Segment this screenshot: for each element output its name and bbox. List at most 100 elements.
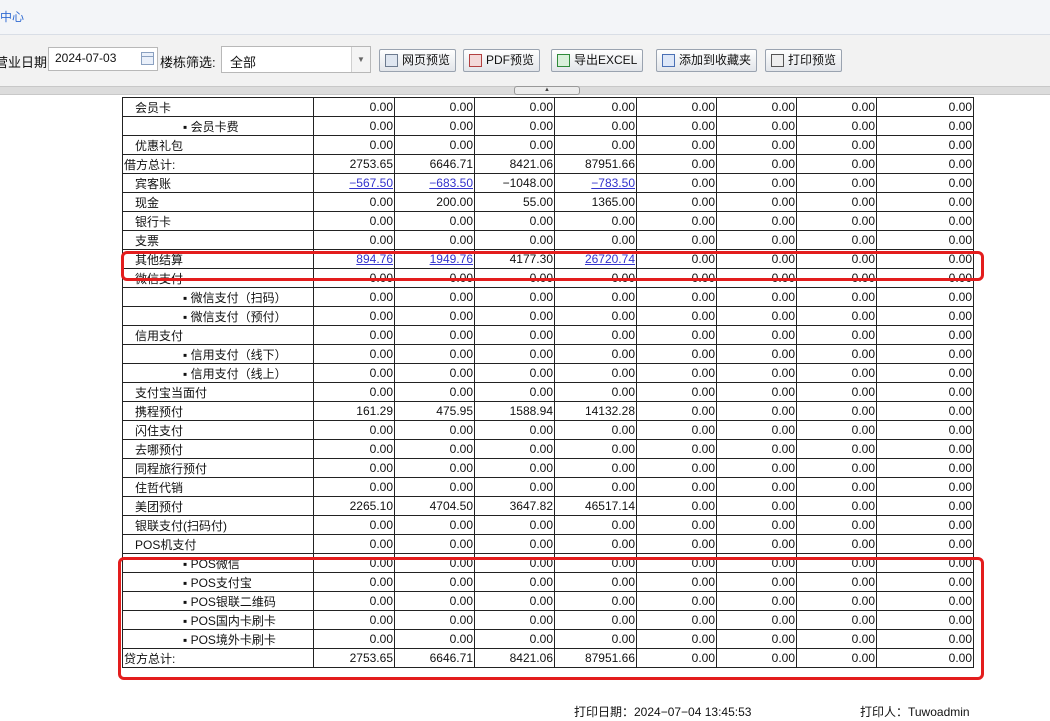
table-row: ▪ 信用支付（线上） 0.00 0.00 0.00 0.00 0.00 0.00 0.00 0.… — [122, 363, 974, 383]
table-cell: 0.00 — [796, 211, 877, 231]
table-cell: 0.00 — [554, 458, 637, 478]
tab-active[interactable]: 中心 — [0, 8, 24, 25]
table-cell: 0.00 — [876, 344, 974, 364]
table-cell: 0.00 — [876, 382, 974, 402]
business-date-input[interactable]: 2024-07-03 — [48, 47, 158, 71]
export-excel-button[interactable]: 导出EXCEL — [551, 49, 644, 72]
table-cell: 0.00 — [474, 306, 555, 326]
row-label: 宾客账 — [122, 173, 314, 193]
collapse-handle-icon[interactable]: ▲ — [514, 86, 580, 95]
table-cell: 0.00 — [313, 439, 395, 459]
table-cell: 0.00 — [554, 306, 637, 326]
table-cell: 55.00 — [474, 192, 555, 212]
pdf-preview-button[interactable]: PDF预览 — [463, 49, 541, 72]
row-label: 去哪预付 — [122, 439, 314, 459]
table-cell: 0.00 — [796, 382, 877, 402]
building-filter-select[interactable]: 全部 ▼ — [221, 46, 371, 73]
table-cell: 0.00 — [876, 534, 974, 554]
table-cell: 0.00 — [636, 230, 717, 250]
web-preview-button[interactable]: 网页预览 — [379, 49, 457, 72]
table-cell: 0.00 — [796, 230, 877, 250]
row-label: 会员卡 — [122, 97, 314, 117]
table-cell: 0.00 — [796, 116, 877, 136]
table-cell: 0.00 — [636, 363, 717, 383]
calendar-icon[interactable] — [141, 52, 154, 65]
table-row: ▪ 微信支付（预付） 0.00 0.00 0.00 0.00 0.00 0.00 0.00 0.… — [122, 306, 974, 326]
row-label: 借方总计: — [122, 154, 314, 174]
add-favorite-button[interactable]: 添加到收藏夹 — [656, 49, 758, 72]
table-cell: 0.00 — [313, 306, 395, 326]
drilldown-link[interactable]: −683.50 — [429, 176, 473, 190]
table-cell: 0.00 — [636, 287, 717, 307]
table-cell: 0.00 — [554, 477, 637, 497]
row-label: ▪ 微信支付（扫码） — [122, 287, 314, 307]
table-cell: 87951.66 — [554, 154, 637, 174]
row-label: 支付宝当面付 — [122, 382, 314, 402]
table-cell: 0.00 — [796, 97, 877, 117]
table-cell: 6646.71 — [394, 154, 475, 174]
table-cell: 0.00 — [716, 97, 797, 117]
table-cell: 0.00 — [313, 458, 395, 478]
table-cell: 0.00 — [796, 401, 877, 421]
table-cell: 0.00 — [394, 116, 475, 136]
table-cell: 0.00 — [474, 477, 555, 497]
drilldown-link[interactable]: −567.50 — [349, 176, 393, 190]
table-cell: 0.00 — [716, 135, 797, 155]
table-cell: 0.00 — [716, 439, 797, 459]
table-cell: −567.50 — [313, 173, 395, 193]
print-preview-label: 打印预览 — [788, 53, 837, 67]
table-cell: 161.29 — [313, 401, 395, 421]
top-tab-bar: 中心 — [0, 0, 1050, 35]
table-cell: 0.00 — [313, 211, 395, 231]
row-label: 优惠礼包 — [122, 135, 314, 155]
print-date: 打印日期：2024−07−04 13:45:53 — [574, 705, 752, 719]
table-cell: 0.00 — [394, 135, 475, 155]
table-cell: 0.00 — [474, 230, 555, 250]
row-label: 信用支付 — [122, 325, 314, 345]
highlight-other-settlement — [121, 251, 984, 281]
table-cell: 0.00 — [636, 515, 717, 535]
table-cell: 0.00 — [636, 173, 717, 193]
table-cell: 0.00 — [313, 230, 395, 250]
table-cell: 0.00 — [394, 344, 475, 364]
print-preview-button[interactable]: 打印预览 — [765, 49, 843, 72]
table-cell: 0.00 — [716, 401, 797, 421]
building-filter-value: 全部 — [230, 55, 257, 70]
table-cell: 0.00 — [636, 97, 717, 117]
table-cell: 0.00 — [796, 173, 877, 193]
table-cell: 0.00 — [394, 515, 475, 535]
table-cell: 0.00 — [313, 325, 395, 345]
table-cell: 0.00 — [554, 439, 637, 459]
table-cell: 0.00 — [474, 439, 555, 459]
table-cell: 0.00 — [716, 325, 797, 345]
table-cell: −783.50 — [554, 173, 637, 193]
table-cell: 0.00 — [876, 363, 974, 383]
drilldown-link[interactable]: −783.50 — [591, 176, 635, 190]
table-cell: 0.00 — [394, 325, 475, 345]
table-cell: 0.00 — [796, 363, 877, 383]
table-row: 携程预付 161.29 475.95 1588.94 14132.28 0.00 0.00 0… — [122, 401, 974, 421]
table-cell: 0.00 — [796, 287, 877, 307]
excel-icon — [557, 54, 570, 67]
table-cell: 0.00 — [716, 515, 797, 535]
panel-splitter[interactable]: ▲ — [0, 86, 1050, 95]
chevron-down-icon[interactable]: ▼ — [351, 47, 370, 72]
table-cell: 0.00 — [554, 344, 637, 364]
table-cell: −683.50 — [394, 173, 475, 193]
table-cell: 0.00 — [313, 287, 395, 307]
table-cell: 3647.82 — [474, 496, 555, 516]
table-cell: 0.00 — [554, 135, 637, 155]
web-preview-label: 网页预览 — [402, 53, 451, 67]
table-row: ▪ 信用支付（线下） 0.00 0.00 0.00 0.00 0.00 0.00 0.00 0.… — [122, 344, 974, 364]
table-cell: 0.00 — [554, 230, 637, 250]
row-label: POS机支付 — [122, 534, 314, 554]
table-cell: 0.00 — [554, 420, 637, 440]
table-cell: 0.00 — [876, 458, 974, 478]
table-cell: 0.00 — [394, 477, 475, 497]
export-excel-label: 导出EXCEL — [574, 53, 638, 67]
table-row: 会员卡 0.00 0.00 0.00 0.00 0.00 0.00 0.00 0.00 — [122, 97, 974, 117]
table-row: 去哪预付 0.00 0.00 0.00 0.00 0.00 0.00 0.00 0.00 — [122, 439, 974, 459]
table-cell: 0.00 — [554, 515, 637, 535]
table-cell: 0.00 — [313, 515, 395, 535]
row-label: 现金 — [122, 192, 314, 212]
